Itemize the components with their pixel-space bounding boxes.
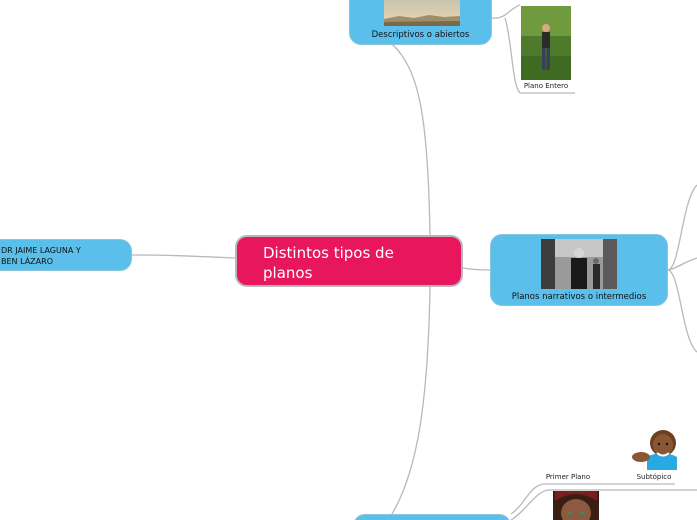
topic-author[interactable]: DR JAIME LAGUNA Y BEN LÁZARO <box>0 239 132 271</box>
primer-plano-image <box>553 491 599 520</box>
topic-narrativos[interactable]: Planos narrativos o intermedios <box>490 234 668 306</box>
central-topic-title: Distintos tipos de planos <box>263 244 394 282</box>
connector-central-middle <box>462 267 491 271</box>
subtopico-caption: Subtópico <box>636 473 672 481</box>
connector-central-top <box>391 43 431 236</box>
connector-bottom-lower <box>510 489 697 520</box>
central-topic[interactable]: Distintos tipos de planos <box>235 235 463 287</box>
plano-entero-caption: Plano Entero <box>523 82 569 90</box>
connector-central-left <box>131 254 236 259</box>
mind-map-canvas: Distintos tipos de planos DR JAIME LAGUN… <box>0 0 697 520</box>
connector-top-plano-entero <box>491 4 521 19</box>
child-portrait-image <box>617 427 692 470</box>
topic-descriptivos-label: Descriptivos o abiertos <box>371 30 470 40</box>
street-scene-image <box>541 239 617 289</box>
connector-middle-right-down <box>667 269 697 353</box>
plano-entero-image <box>521 6 571 80</box>
connector-central-bottom <box>391 286 431 515</box>
topic-author-label: DR JAIME LAGUNA Y BEN LÁZARO <box>1 246 81 266</box>
connector-middle-right-mid <box>667 257 697 271</box>
topic-descriptivos[interactable]: Descriptivos o abiertos <box>349 0 492 45</box>
topic-bottom[interactable] <box>353 514 511 520</box>
connector-middle-right-up <box>667 184 697 271</box>
landscape-image <box>384 0 460 26</box>
topic-narrativos-label: Planos narrativos o intermedios <box>511 292 647 302</box>
primer-plano-caption: Primer Plano <box>545 473 591 481</box>
